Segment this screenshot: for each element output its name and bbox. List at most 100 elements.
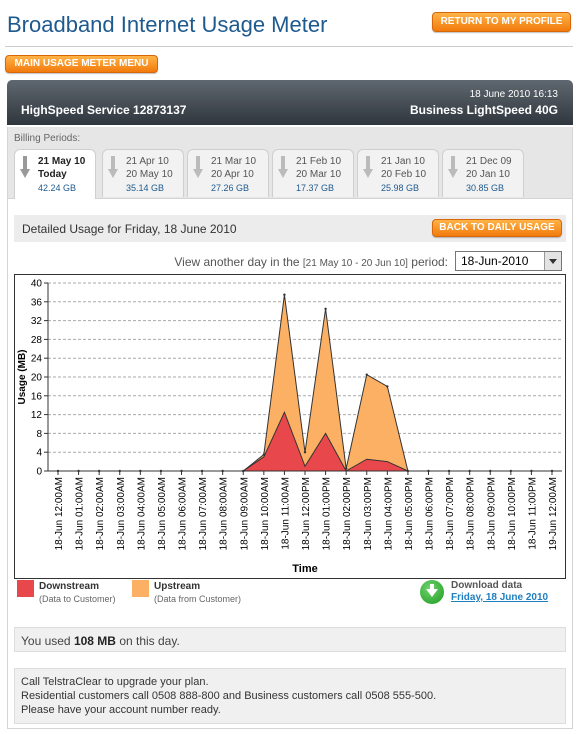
data-point [200,469,204,473]
y-tick-label: 8 [36,429,42,440]
tab-usage: 42.24 GB [38,183,77,193]
usage-summary: You used 108 MB on this day. [14,627,566,652]
downstream-swatch [17,580,34,597]
usage-suffix: on this day. [115,634,180,648]
downstream-sub: (Data to Customer) [39,594,116,604]
billing-periods-label: Billing Periods: [14,133,81,144]
tab-from: 21 May 10 [38,156,86,167]
upstream-swatch [132,580,149,597]
data-point [344,467,348,470]
down-arrow-icon [20,156,30,180]
header-divider [5,46,573,47]
usage-panel: Detailed Usage for Friday, 18 June 2010 … [7,199,573,729]
billing-tab[interactable]: 21 Jan 10 20 Feb 10 25.98 GB [357,149,439,197]
detail-title: Detailed Usage for Friday, 18 June 2010 [22,222,237,236]
tab-usage: 17.37 GB [296,183,335,193]
data-point [489,469,492,473]
another-day-suffix: period: [407,255,448,269]
x-tick-label: 18-Jun 01:00PM [322,477,333,550]
down-arrow-icon [193,156,203,180]
data-point [242,469,245,473]
y-tick-label: 40 [31,279,43,290]
x-tick-label: 18-Jun 12:00AM [54,477,65,550]
y-tick-label: 32 [31,316,43,327]
x-axis-title: Time [292,563,317,575]
tab-from: 21 Feb 10 [296,156,342,167]
tab-usage: 25.98 GB [381,183,420,193]
billing-tab[interactable]: 21 Dec 09 20 Jan 10 30.85 GB [442,149,524,197]
data-point [56,469,60,473]
day-select[interactable]: 18-Jun-2010 [455,251,562,271]
data-point [221,469,224,473]
contact-line: Residential customers call 0508 888-800 … [21,690,437,702]
day-select-value: 18-Jun-2010 [461,254,529,268]
x-tick-label: 18-Jun 09:00AM [239,477,250,550]
service-datetime: 18 June 2010 16:13 [469,89,558,100]
data-point [386,385,389,388]
data-point [283,293,286,296]
billing-tab[interactable]: 21 Mar 10 20 Apr 10 27.26 GB [187,149,269,197]
x-tick-label: 18-Jun 01:00AM [75,477,86,550]
x-tick-label: 18-Jun 10:00AM [260,477,271,550]
down-arrow-icon [448,156,458,180]
data-point [468,469,471,473]
back-to-daily-button[interactable]: BACK TO DAILY USAGE [432,219,562,237]
x-tick-label: 18-Jun 12:00PM [301,477,312,550]
x-tick-label: 18-Jun 11:00PM [527,477,538,550]
tab-to: 20 Feb 10 [381,169,427,180]
x-tick-label: 18-Jun 03:00PM [363,477,374,550]
data-point [324,307,327,311]
chevron-down-icon[interactable] [544,252,561,270]
x-tick-label: 18-Jun 03:00AM [116,477,127,550]
main-menu-button[interactable]: MAIN USAGE METER MENU [5,55,158,73]
data-point [550,469,554,473]
x-tick-label: 19-Jun 12:00AM [548,477,559,550]
tab-usage: 27.26 GB [211,183,250,193]
data-point [262,453,266,456]
tab-to: 20 Jan 10 [466,169,510,180]
period-range: [21 May 10 - 20 Jun 10] [302,258,408,269]
billing-tab[interactable]: 21 Apr 10 20 May 10 35.14 GB [102,149,184,197]
usage-prefix: You used [21,634,74,648]
y-tick-label: 4 [36,448,42,459]
y-tick-label: 24 [31,354,43,365]
upstream-label: Upstream [154,581,201,592]
tab-to: 20 May 10 [126,169,173,180]
tab-usage: 35.14 GB [126,183,165,193]
x-tick-label: 18-Jun 10:00PM [507,477,518,550]
billing-tab[interactable]: 21 May 10 Today 42.24 GB [14,149,96,199]
tab-to: Today [38,169,67,180]
tab-to: 20 Mar 10 [296,169,342,180]
tab-from: 21 Apr 10 [126,156,169,167]
service-plan: Business LightSpeed 40G [409,103,558,117]
y-axis-title: Usage (MB) [17,349,28,404]
data-point [530,469,533,473]
x-tick-label: 18-Jun 09:00PM [486,477,497,550]
return-to-profile-button[interactable]: RETURN TO MY PROFILE [432,12,571,32]
service-name: HighSpeed Service 12873137 [21,103,187,117]
downstream-label: Downstream [39,581,100,592]
download-icon[interactable] [420,580,444,604]
x-tick-label: 18-Jun 08:00PM [466,477,477,550]
billing-tab[interactable]: 21 Feb 10 20 Mar 10 17.37 GB [272,149,354,197]
x-tick-label: 18-Jun 06:00PM [425,477,436,550]
x-tick-label: 18-Jun 04:00AM [136,477,147,550]
x-tick-label: 18-Jun 05:00PM [404,477,415,550]
x-tick-label: 18-Jun 07:00AM [198,477,209,550]
data-point [180,469,183,473]
x-tick-label: 18-Jun 05:00AM [157,477,168,550]
tab-to: 20 Apr 10 [211,169,254,180]
contact-line: Call TelstraClear to upgrade your plan. [21,676,209,688]
x-tick-label: 18-Jun 04:00PM [383,477,394,550]
data-point [427,469,430,473]
tab-from: 21 Mar 10 [211,156,257,167]
x-tick-label: 18-Jun 06:00AM [178,477,189,550]
contact-info: Call TelstraClear to upgrade your plan. … [14,668,566,724]
data-point [509,469,513,473]
data-point [77,469,80,473]
down-arrow-icon [278,156,288,180]
page-title: Broadband Internet Usage Meter [7,12,328,37]
download-link[interactable]: Friday, 18 June 2010 [451,592,548,603]
y-tick-label: 20 [31,373,43,384]
data-point [447,469,451,473]
